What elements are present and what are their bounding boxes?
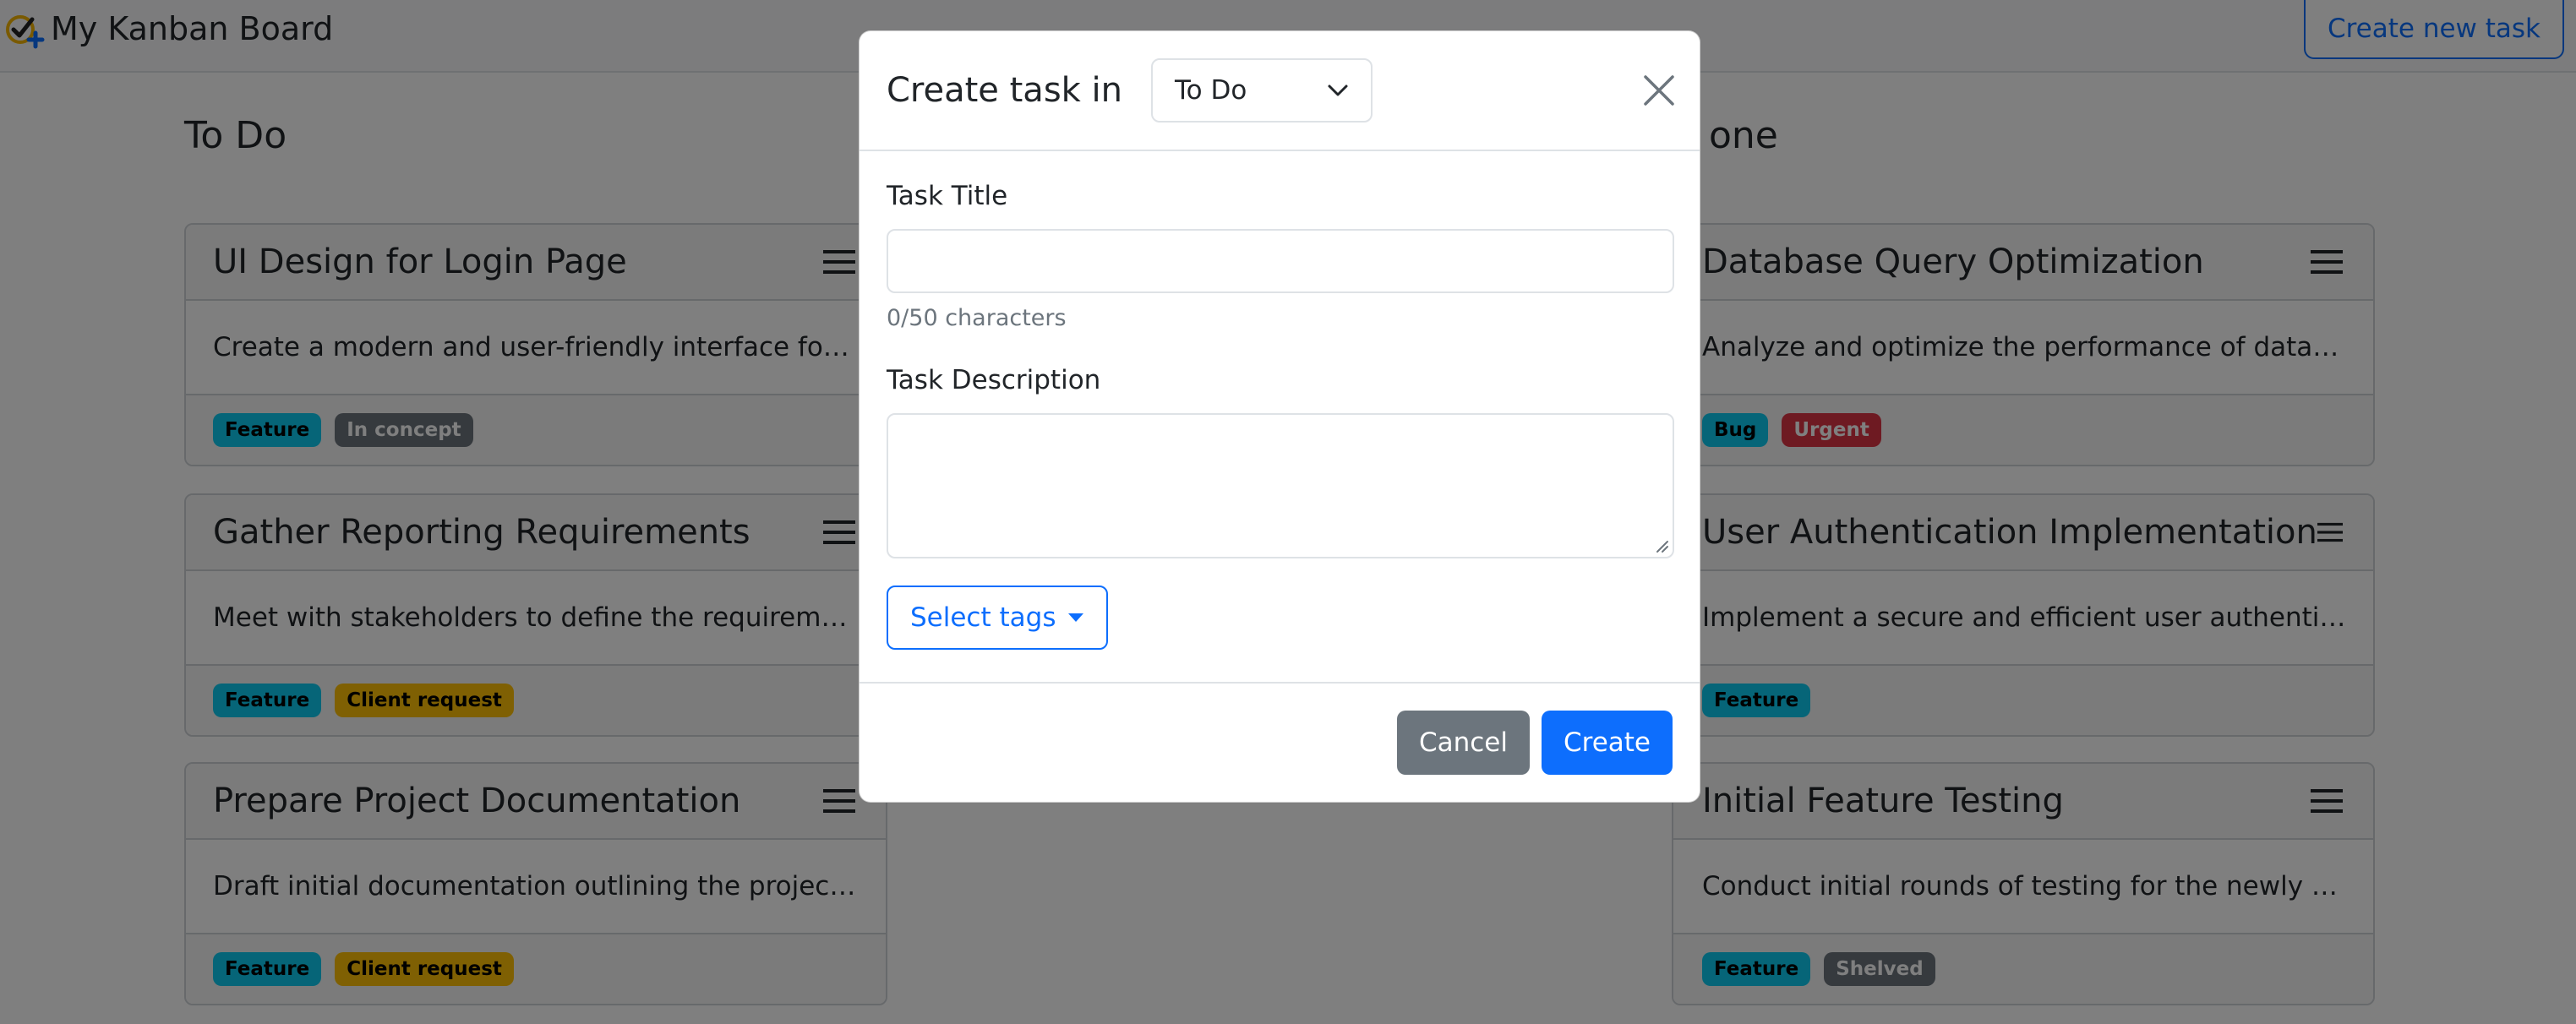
column-select-value: To Do (1175, 75, 1247, 106)
resize-handle-icon[interactable] (1652, 537, 1669, 553)
column-select[interactable]: To Do (1151, 58, 1373, 123)
modal-title: Create task in (887, 71, 1123, 110)
task-description-label: Task Description (887, 365, 1101, 395)
create-task-modal: Create task in To Do Task Title 0/50 cha… (859, 30, 1700, 803)
select-tags-button[interactable]: Select tags (887, 586, 1109, 650)
cancel-button[interactable]: Cancel (1396, 711, 1530, 775)
task-description-input[interactable] (887, 413, 1674, 558)
task-title-label: Task Title (887, 181, 1008, 211)
char-count: 0/50 characters (887, 305, 1067, 331)
select-tags-label: Select tags (910, 602, 1056, 633)
create-button[interactable]: Create (1541, 711, 1673, 775)
close-icon[interactable] (1642, 74, 1676, 107)
caret-down-icon (1068, 613, 1084, 622)
modal-body: Task Title 0/50 characters Task Descript… (860, 151, 1700, 709)
task-description-wrapper (887, 413, 1674, 558)
modal-header: Create task in To Do (860, 31, 1700, 151)
chevron-down-icon (1328, 84, 1348, 96)
modal-footer: Cancel Create (860, 682, 1700, 802)
task-title-input[interactable] (887, 229, 1674, 293)
